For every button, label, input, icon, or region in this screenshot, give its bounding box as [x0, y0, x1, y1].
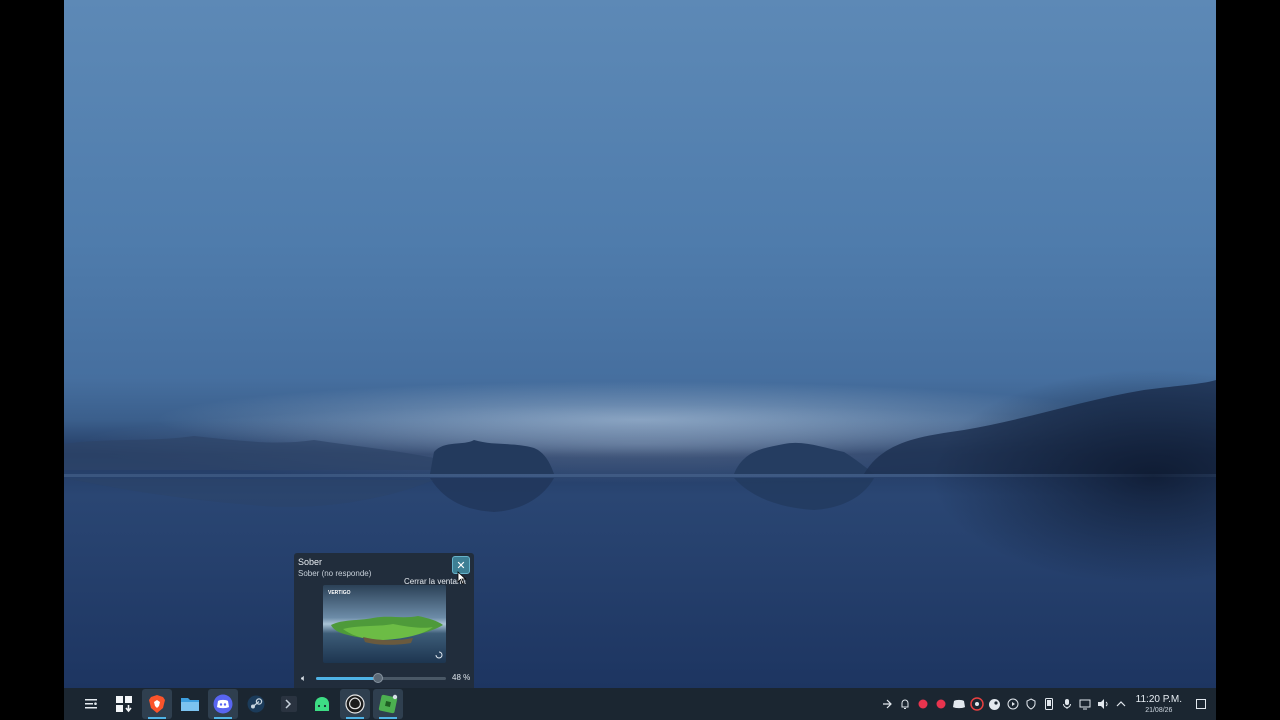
- tray-media[interactable]: [1004, 695, 1022, 713]
- tray-expand[interactable]: [1112, 695, 1130, 713]
- tray-phone[interactable]: [1040, 695, 1058, 713]
- show-desktop-button[interactable]: [1192, 695, 1210, 713]
- grid-overview-icon: [116, 696, 132, 713]
- taskbar-terminal[interactable]: [274, 689, 304, 719]
- overview-button[interactable]: [109, 689, 139, 719]
- record-dot-icon: [936, 699, 946, 709]
- tray-volume[interactable]: [1094, 695, 1112, 713]
- taskbar-steam[interactable]: [241, 689, 271, 719]
- preview-window-title: Sober: [298, 557, 323, 567]
- volume-icon[interactable]: 🔈︎: [301, 673, 306, 684]
- tray-record-2[interactable]: [932, 695, 950, 713]
- android-icon: [315, 697, 329, 711]
- thumbnail-island-image: [331, 616, 443, 645]
- file-manager-icon: [181, 698, 199, 711]
- show-desktop-icon: [1196, 699, 1206, 709]
- tray-steam[interactable]: [986, 695, 1004, 713]
- tray-record-1[interactable]: [914, 695, 932, 713]
- tray-network[interactable]: [878, 695, 896, 713]
- taskbar-discord[interactable]: [208, 689, 238, 719]
- system-tray: 11:20 P.M. 21/08/26: [878, 688, 1216, 720]
- taskbar-obs[interactable]: [340, 689, 370, 719]
- volume-slider-fill: [316, 677, 379, 680]
- taskbar-files[interactable]: [175, 689, 205, 719]
- loading-spinner-icon: [435, 651, 443, 659]
- phone-icon: [1044, 698, 1053, 710]
- record-dot-icon: [918, 699, 928, 709]
- media-play-icon: [1007, 698, 1019, 710]
- volume-percent: 48 %: [452, 673, 471, 682]
- expand-arrow-icon: [1116, 701, 1126, 707]
- app-menu-icon: [85, 699, 97, 709]
- tray-discord[interactable]: [950, 695, 968, 713]
- volume-icon: [1097, 699, 1108, 709]
- taskbar-clock[interactable]: 11:20 P.M. 21/08/26: [1135, 693, 1182, 714]
- sober-roblox-icon: [378, 694, 398, 714]
- display-icon: [1079, 699, 1091, 710]
- app-menu-button[interactable]: [76, 689, 106, 719]
- brave-browser-icon: [149, 695, 165, 713]
- volume-slider-handle[interactable]: [373, 673, 384, 683]
- shield-icon: [1026, 698, 1036, 710]
- discord-tray-icon: [952, 699, 965, 709]
- tray-notifications[interactable]: [896, 695, 914, 713]
- taskbar-brave[interactable]: [142, 689, 172, 719]
- notification-bell-icon: [901, 699, 909, 709]
- clock-time: 11:20 P.M.: [1135, 693, 1182, 705]
- clock-date: 21/08/26: [1145, 706, 1173, 714]
- window-thumbnail[interactable]: VERTIGO: [323, 585, 446, 663]
- taskbar-sober[interactable]: [373, 689, 403, 719]
- close-icon: ✕: [456, 559, 466, 572]
- steam-icon: [247, 695, 265, 713]
- tray-microphone[interactable]: [1058, 695, 1076, 713]
- tray-shield[interactable]: [1022, 695, 1040, 713]
- terminal-icon: [281, 696, 297, 712]
- thumbnail-game-label: VERTIGO: [328, 590, 351, 596]
- taskbar-launchers: [64, 688, 406, 720]
- window-preview-popup[interactable]: Sober Sober (no responde) ✕ Cerrar la ve…: [294, 553, 474, 688]
- mouse-cursor-icon: [457, 571, 467, 585]
- desktop-wallpaper: [64, 0, 1216, 688]
- steam-tray-icon: [989, 698, 1001, 710]
- discord-icon: [213, 694, 233, 714]
- taskbar: 11:20 P.M. 21/08/26: [64, 688, 1216, 720]
- wallpaper-shadow: [796, 360, 1216, 620]
- taskbar-android[interactable]: [307, 689, 337, 719]
- obs-icon: [345, 694, 365, 714]
- tray-display[interactable]: [1076, 695, 1094, 713]
- volume-slider[interactable]: [316, 673, 446, 683]
- microphone-icon: [1062, 699, 1071, 709]
- network-icon: [882, 699, 892, 709]
- obs-tray-icon: [969, 697, 984, 711]
- tray-obs[interactable]: [968, 695, 986, 713]
- preview-window-subtitle: Sober (no responde): [298, 569, 372, 578]
